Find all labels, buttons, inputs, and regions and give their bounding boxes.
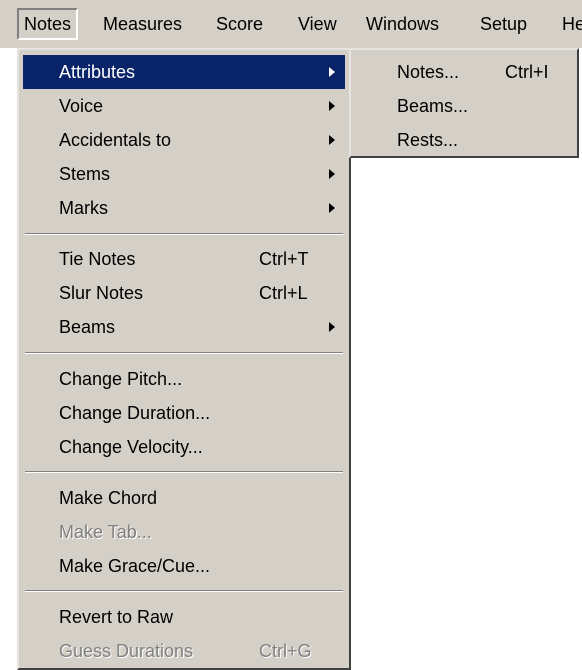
menu-item-label: Change Pitch...	[59, 369, 183, 389]
menu-item-tie-notes[interactable]: Tie Notes Ctrl+T	[23, 242, 345, 276]
menu-item-beams[interactable]: Beams	[23, 310, 345, 344]
menu-separator	[25, 471, 343, 473]
menu-item-label: Notes...	[397, 62, 460, 82]
menu-item-change-duration[interactable]: Change Duration...	[23, 396, 345, 430]
menu-item-attributes[interactable]: Attributes	[23, 55, 345, 89]
menu-item-voice[interactable]: Voice	[23, 89, 345, 123]
submenu-arrow-icon	[329, 135, 335, 145]
menu-item-change-pitch[interactable]: Change Pitch...	[23, 362, 345, 396]
menu-item-label: Slur Notes	[59, 283, 144, 303]
menu-item-shortcut: Ctrl+T	[259, 249, 309, 269]
notes-menu: Attributes Voice Accidentals to Stems Ma…	[17, 48, 351, 670]
menu-item-make-tab[interactable]: Make Tab...	[23, 515, 345, 549]
menu-item-label: Attributes	[59, 62, 136, 82]
menu-separator	[25, 233, 343, 235]
menu-item-change-velocity[interactable]: Change Velocity...	[23, 430, 345, 464]
menu-item-label: Change Duration...	[59, 403, 211, 423]
menu-item-label: Tie Notes	[59, 249, 136, 269]
menu-item-shortcut: Ctrl+G	[259, 641, 312, 661]
menu-item-label: Revert to Raw	[59, 607, 174, 627]
menu-item-guess-durations[interactable]: Guess Durations Ctrl+G	[23, 634, 345, 668]
menu-item-accidentals-to[interactable]: Accidentals to	[23, 123, 345, 157]
menu-view[interactable]: View	[293, 9, 342, 39]
menu-item-revert-to-raw[interactable]: Revert to Raw	[23, 600, 345, 634]
menu-score[interactable]: Score	[211, 9, 268, 39]
menu-item-label: Change Velocity...	[59, 437, 203, 457]
menu-item-label: Stems	[59, 164, 111, 184]
submenu-arrow-icon	[329, 322, 335, 332]
menu-setup[interactable]: Setup	[475, 9, 532, 39]
menu-item-label: Voice	[59, 96, 104, 116]
menu-item-label: Guess Durations	[59, 641, 194, 661]
menu-windows[interactable]: Windows	[361, 9, 444, 39]
submenu-arrow-icon	[329, 101, 335, 111]
submenu-item-rests[interactable]: Rests...	[355, 123, 573, 157]
menu-item-make-chord[interactable]: Make Chord	[23, 481, 345, 515]
menu-item-marks[interactable]: Marks	[23, 191, 345, 225]
menu-item-label: Beams...	[397, 96, 469, 116]
submenu-item-notes[interactable]: Notes... Ctrl+I	[355, 55, 573, 89]
attributes-submenu: Notes... Ctrl+I Beams... Rests...	[349, 48, 579, 158]
menu-bar: Notes Measures Score View Windows Setup …	[0, 0, 582, 48]
submenu-arrow-icon	[329, 169, 335, 179]
menu-item-make-grace-cue[interactable]: Make Grace/Cue...	[23, 549, 345, 583]
menu-help[interactable]: He	[557, 9, 582, 39]
menu-item-label: Accidentals to	[59, 130, 172, 150]
menu-item-shortcut: Ctrl+I	[505, 62, 549, 82]
menu-item-label: Make Grace/Cue...	[59, 556, 211, 576]
submenu-arrow-icon	[329, 203, 335, 213]
submenu-arrow-icon	[329, 67, 335, 77]
menu-notes[interactable]: Notes	[17, 8, 79, 40]
menu-item-label: Make Chord	[59, 488, 158, 508]
menu-item-stems[interactable]: Stems	[23, 157, 345, 191]
menu-item-label: Make Tab...	[59, 522, 152, 542]
menu-item-label: Rests...	[397, 130, 459, 150]
menu-item-label: Beams	[59, 317, 116, 337]
menu-separator	[25, 590, 343, 592]
submenu-item-beams[interactable]: Beams...	[355, 89, 573, 123]
menu-item-label: Marks	[59, 198, 108, 218]
menu-separator	[25, 352, 343, 354]
menu-item-shortcut: Ctrl+L	[259, 283, 308, 303]
menu-item-slur-notes[interactable]: Slur Notes Ctrl+L	[23, 276, 345, 310]
menu-measures[interactable]: Measures	[98, 9, 187, 39]
